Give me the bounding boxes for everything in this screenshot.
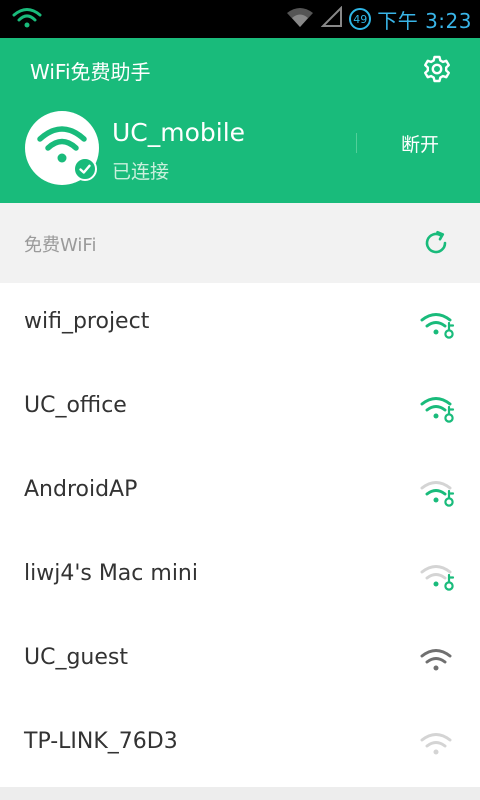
connection-status: 已连接 <box>112 161 170 183</box>
network-name: wifi_project <box>24 309 150 334</box>
network-name: TP-LINK_76D3 <box>24 729 178 754</box>
battery-icon: 49 <box>349 8 372 30</box>
wifi-weak-icon <box>420 733 452 755</box>
status-bar: 49 下午 3:23 <box>0 0 480 38</box>
app-title: WiFi免费助手 <box>30 60 151 84</box>
disconnect-button[interactable]: 断开 <box>380 130 460 160</box>
network-name: liwj4's Mac mini <box>24 561 198 586</box>
wifi-weak-key-icon <box>420 565 455 591</box>
network-name: AndroidAP <box>24 477 138 502</box>
wifi-strong-key-icon <box>420 397 455 423</box>
wifi-strong-key-icon <box>420 313 455 339</box>
network-name: UC_guest <box>24 645 128 670</box>
list-item[interactable]: UC_guest <box>0 619 480 703</box>
wifi-weak-key-icon <box>420 481 455 507</box>
wifi-status-icon <box>285 5 315 33</box>
status-time: 下午 3:23 <box>377 8 472 33</box>
cellular-signal-icon <box>320 5 343 32</box>
bottom-bar <box>0 787 480 800</box>
divider <box>356 133 357 153</box>
list-item[interactable]: AndroidAP <box>0 451 480 535</box>
network-name: UC_office <box>24 393 127 418</box>
connection-header: WiFi免费助手 UC_mobile 已连接 断开 <box>0 38 480 203</box>
connected-ssid: UC_mobile <box>112 118 246 147</box>
list-item[interactable]: wifi_project <box>0 283 480 367</box>
list-item[interactable]: liwj4's Mac mini <box>0 535 480 619</box>
connected-wifi-avatar <box>25 111 99 185</box>
refresh-icon[interactable] <box>420 227 452 259</box>
check-icon <box>73 157 97 181</box>
wifi-signal-icon <box>12 6 42 34</box>
list-item[interactable]: TP-LINK_76D3 <box>0 703 480 787</box>
wifi-strong-icon <box>420 649 452 671</box>
section-title: 免费WiFi <box>24 235 97 256</box>
free-wifi-section-header: 免费WiFi <box>0 203 480 283</box>
list-item[interactable]: UC_office <box>0 367 480 451</box>
gear-icon[interactable] <box>420 52 454 86</box>
wifi-network-list: wifi_project UC_office AndroidAP liwj4's… <box>0 283 480 787</box>
